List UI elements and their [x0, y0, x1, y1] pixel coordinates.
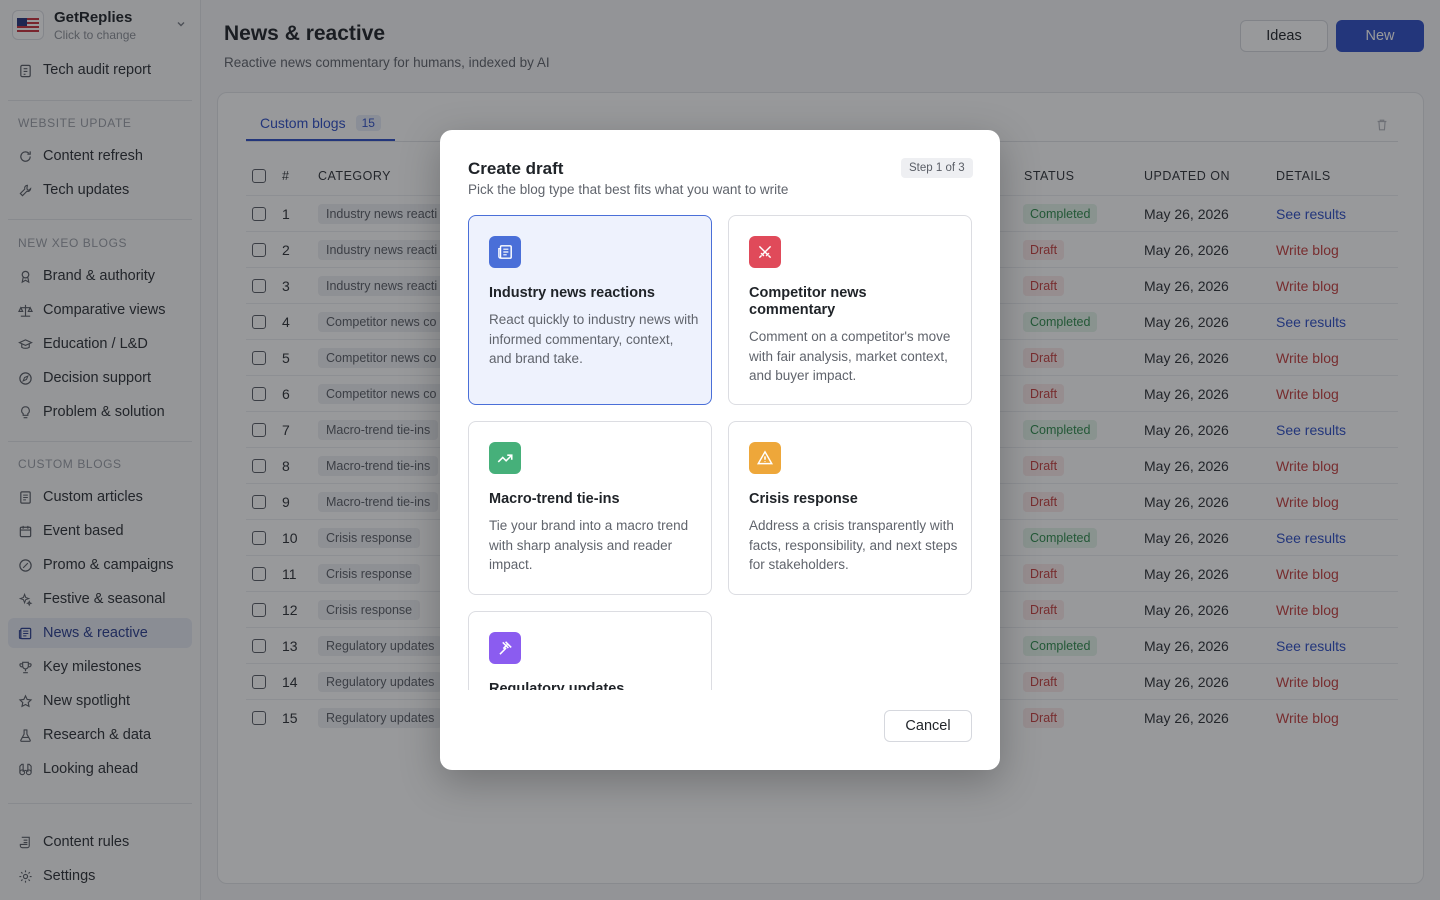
- option-description: Tie your brand into a macro trend with s…: [489, 518, 689, 572]
- option-regulatory-updates[interactable]: Regulatory updates: [468, 611, 712, 690]
- create-draft-dialog: Create draft Pick the blog type that bes…: [440, 130, 1000, 770]
- option-title: Regulatory updates: [489, 681, 625, 690]
- newspaper-icon: [489, 236, 521, 268]
- option-title: Crisis response: [749, 491, 858, 507]
- option-title: Competitor news commentary: [749, 285, 867, 318]
- gavel-icon: [489, 632, 521, 664]
- option-description: React quickly to industry news with info…: [489, 312, 699, 366]
- option-macro-trend-tie-ins[interactable]: Macro-trend tie-ins Tie your brand into …: [468, 421, 712, 595]
- dialog-subtitle: Pick the blog type that best fits what y…: [468, 182, 789, 197]
- option-competitor-news-commentary[interactable]: Competitor news commentary Comment on a …: [728, 215, 972, 405]
- warning-icon: [749, 442, 781, 474]
- option-title: Macro-trend tie-ins: [489, 491, 620, 507]
- option-industry-news-reactions[interactable]: Industry news reactions React quickly to…: [468, 215, 712, 405]
- option-description: Comment on a competitor's move with fair…: [749, 329, 951, 383]
- dialog-title: Create draft: [468, 159, 564, 178]
- cancel-button[interactable]: Cancel: [884, 710, 972, 742]
- swords-icon: [749, 236, 781, 268]
- option-title: Industry news reactions: [489, 285, 655, 301]
- step-badge: Step 1 of 3: [901, 158, 973, 178]
- blog-type-options: Industry news reactions React quickly to…: [468, 215, 972, 690]
- trending-up-icon: [489, 442, 521, 474]
- option-crisis-response[interactable]: Crisis response Address a crisis transpa…: [728, 421, 972, 595]
- option-description: Address a crisis transparently with fact…: [749, 518, 958, 572]
